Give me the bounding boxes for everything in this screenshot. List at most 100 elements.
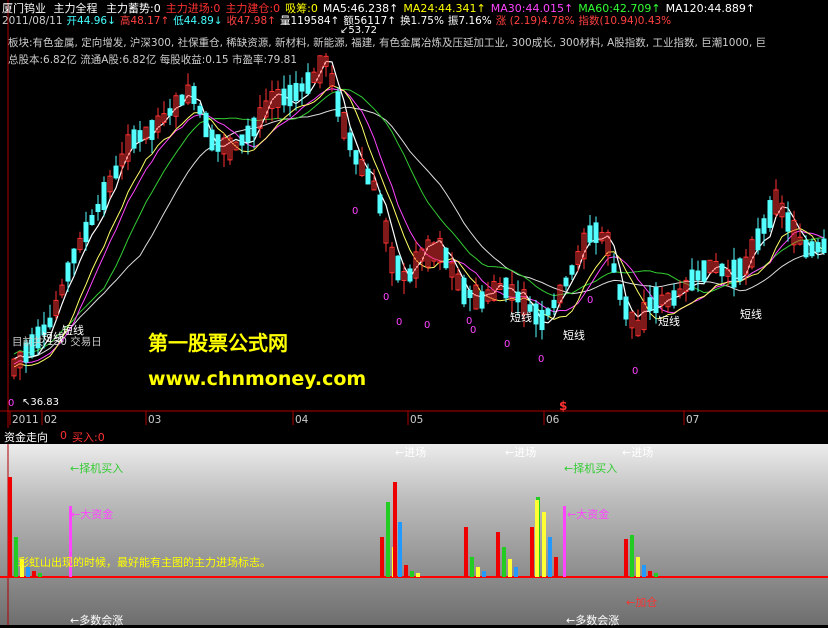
- fund-flow-bar: [542, 512, 546, 577]
- candle-body: [215, 134, 221, 152]
- high-price-label: ↙53.72: [340, 25, 378, 36]
- zero-marker: 0: [632, 366, 638, 377]
- candle-body: [593, 222, 599, 243]
- fund-flow-bar: [554, 557, 558, 577]
- fund-flow-bar: [386, 502, 390, 577]
- candle-body: [653, 286, 659, 314]
- candle-body: [647, 297, 653, 311]
- quote-field-0: 2011/08/11: [2, 15, 63, 27]
- tall-bar-1: [393, 482, 397, 577]
- candle-body: [587, 225, 593, 243]
- candle-body: [71, 248, 77, 264]
- fund-flow-bar: [464, 527, 468, 577]
- candle-body: [95, 203, 101, 213]
- fund-flow-bar: [32, 571, 36, 577]
- watermark-title: 第一股票公式网: [148, 331, 288, 355]
- candle-body: [551, 299, 557, 309]
- candle-body: [395, 255, 401, 281]
- short-line-label-6: 短线: [740, 308, 762, 321]
- date-tick-5: 06: [546, 414, 560, 426]
- quote-row: 2011/08/11 开44.96↓ 高48.17↑ 低44.89↓ 收47.98↑ 量1…: [2, 13, 675, 28]
- short-line-label-4: 短线: [563, 329, 585, 342]
- pick-buy-annotation-1: ←择机买入: [70, 462, 124, 475]
- candle-body: [83, 221, 89, 243]
- quote-field-7: 换1.75%: [400, 15, 444, 27]
- candle-body: [731, 259, 737, 288]
- candle-body: [179, 94, 185, 106]
- quote-field-2: 高48.17↑: [119, 15, 170, 27]
- zero-marker: 0: [424, 320, 430, 331]
- big-money-annotation-2: ←大资金: [567, 508, 610, 521]
- candle-body: [611, 263, 617, 273]
- candle-body: [737, 258, 743, 281]
- candle-body: [569, 265, 575, 275]
- fund-flow-bar: [38, 573, 42, 577]
- zero-marker: 0: [396, 317, 402, 328]
- fund-flow-bar: [416, 573, 420, 577]
- fund-flow-bar: [380, 537, 384, 577]
- tall-bar-2: [535, 500, 539, 577]
- candle-body: [503, 277, 509, 299]
- fund-flow-bar: [654, 573, 658, 577]
- fund-flow-bar: [548, 537, 552, 577]
- candle-body: [443, 247, 449, 269]
- candle-body: [203, 112, 209, 138]
- candle-body: [809, 241, 815, 257]
- candle-body: [407, 268, 413, 282]
- candle-body: [137, 130, 143, 142]
- quote-field-5: 量119584↑: [279, 15, 340, 27]
- fund-flow-bar: [630, 535, 634, 577]
- candle-body: [617, 284, 623, 300]
- zero-marker: 0: [466, 316, 472, 327]
- candle-body: [479, 291, 485, 309]
- indicator-sub-name[interactable]: 资金走向: [4, 429, 48, 445]
- candle-body: [89, 215, 95, 225]
- candle-body: [767, 200, 773, 228]
- date-tick-2: 03: [148, 414, 162, 426]
- quote-field-4: 收47.98↑: [226, 15, 276, 27]
- candle-body: [563, 277, 569, 287]
- ma24-line: [13, 84, 825, 368]
- candle-body: [671, 290, 677, 306]
- indicator-sub-header: 资金走向 0 买入:0: [0, 428, 828, 444]
- big-money-marker-2: [563, 506, 566, 577]
- candle-body: [209, 129, 215, 151]
- date-tick-3: 04: [295, 414, 309, 426]
- fund-flow-bar: [404, 565, 408, 577]
- moving-average-lines: [13, 60, 825, 368]
- zero-marker: 0: [383, 292, 389, 303]
- short-line-label-2: 短线: [42, 331, 64, 344]
- fund-flow-panel[interactable]: [0, 444, 828, 625]
- low-price-label: ↖36.83: [22, 397, 60, 408]
- candle-body: [365, 168, 371, 185]
- candle-body: [101, 181, 107, 211]
- candle-body: [719, 263, 725, 277]
- candle-body: [701, 260, 707, 282]
- fund-flow-bar: [410, 571, 414, 577]
- candle-body: [761, 218, 767, 234]
- capital-info: 总股本:6.82亿 流通A股:6.82亿 每股收益:0.15 市盈率:79.81: [8, 54, 298, 66]
- candle-body: [131, 129, 137, 149]
- enter-annotation-3: ←进场: [622, 446, 654, 459]
- fund-flow-bar: [514, 567, 518, 577]
- candle-body: [353, 150, 359, 165]
- candle-body: [539, 309, 545, 331]
- short-line-label-5: 短线: [658, 315, 680, 328]
- fund-flow-bar: [636, 557, 640, 577]
- quote-field-1: 开44.96↓: [66, 15, 116, 27]
- quote-field-9: 涨 (2.19)4.78%: [495, 15, 575, 27]
- candle-body: [167, 108, 173, 116]
- watermark-url: www.chnmoney.com: [148, 368, 367, 390]
- candle-body: [245, 125, 251, 143]
- short-line-label-1: 短线: [62, 324, 84, 337]
- candle-body: [47, 317, 53, 328]
- candle-body: [461, 277, 467, 305]
- fund-flow-bar: [508, 559, 512, 577]
- date-tick-0: 2011: [12, 414, 39, 426]
- fund-flow-bar: [642, 565, 646, 577]
- fund-flow-chart: [0, 444, 828, 625]
- date-tick-6: 07: [686, 414, 700, 426]
- candle-body: [197, 105, 203, 115]
- candle-body: [293, 82, 299, 102]
- zero-marker: 0: [504, 339, 510, 350]
